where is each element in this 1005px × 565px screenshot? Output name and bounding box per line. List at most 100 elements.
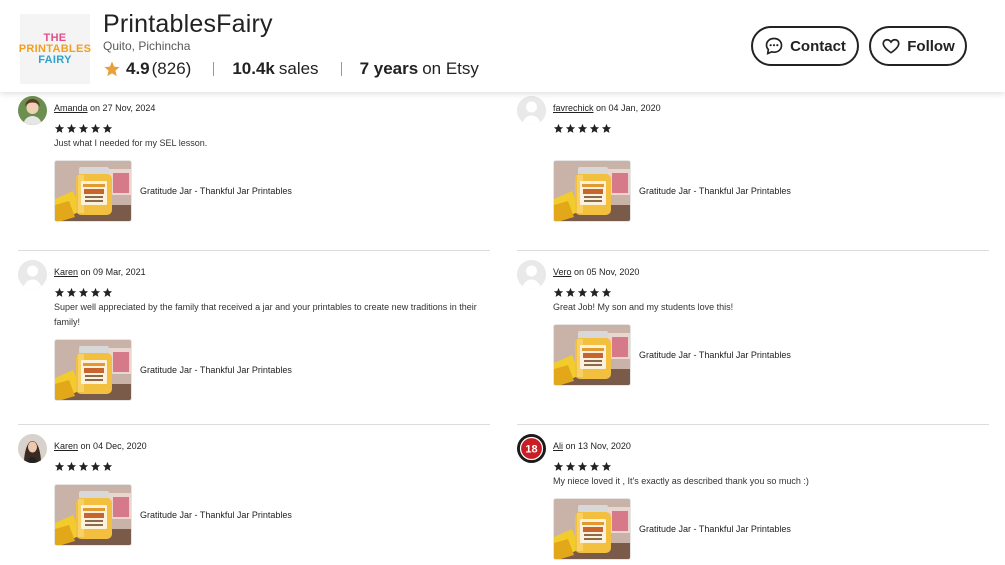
star-icon [601, 287, 612, 297]
star-icon [54, 123, 65, 133]
star-icon [78, 287, 89, 297]
review-text: Great Job! My son and my students love t… [553, 302, 734, 312]
review-card: 18 Ali on 13 Nov, 2020 My niece loved it… [517, 434, 987, 562]
reviewer-name[interactable]: Amanda [54, 103, 88, 113]
reviewer-avatar[interactable]: 18 [517, 434, 546, 463]
star-icon [565, 287, 576, 297]
follow-label: Follow [907, 37, 955, 55]
review-card: Vero on 05 Nov, 2020 Great Job! My son a… [517, 260, 987, 410]
reviewer-line: favrechick on 04 Jan, 2020 [553, 103, 661, 113]
product-link[interactable]: Gratitude Jar - Thankful Jar Printables [553, 324, 791, 386]
review-card: Karen on 09 Mar, 2021 Super well appreci… [18, 260, 488, 410]
review-date: on 09 Mar, 2021 [80, 267, 146, 277]
review-divider [18, 250, 490, 251]
star-icon [565, 123, 576, 133]
reviewer-name[interactable]: Karen [54, 267, 78, 277]
default-user-icon [517, 96, 546, 125]
star-icon [102, 461, 113, 471]
review-divider [517, 424, 989, 425]
review-date: on 05 Nov, 2020 [574, 267, 640, 277]
star-icon [553, 287, 564, 297]
user-photo-icon [18, 434, 47, 463]
review-card: Karen on 04 Dec, 2020 Gratitude Jar - Th… [18, 434, 488, 562]
review-date: on 04 Jan, 2020 [596, 103, 661, 113]
shop-stats: 4.9 (826) 10.4k sales 7 years on Etsy [103, 58, 479, 80]
star-icon [589, 123, 600, 133]
stat-divider [213, 62, 215, 76]
reviewer-line: Karen on 04 Dec, 2020 [54, 441, 147, 451]
star-icon [66, 461, 77, 471]
product-thumbnail [553, 160, 631, 222]
reviewer-line: Ali on 13 Nov, 2020 [553, 441, 631, 451]
reviewer-line: Amanda on 27 Nov, 2024 [54, 103, 155, 113]
heart-icon [882, 38, 900, 54]
reviewer-name[interactable]: Ali [553, 441, 563, 451]
star-icon [553, 123, 564, 133]
star-icon [104, 61, 120, 77]
contact-button[interactable]: Contact [751, 26, 859, 66]
jar-image [554, 161, 630, 221]
product-link[interactable]: Gratitude Jar - Thankful Jar Printables [54, 339, 292, 401]
rating-count[interactable]: (826) [152, 59, 192, 79]
star-rating [553, 461, 613, 472]
shop-name[interactable]: PrintablesFairy [103, 10, 273, 39]
star-icon [601, 461, 612, 471]
reviewer-line: Vero on 05 Nov, 2020 [553, 267, 639, 277]
reviewer-avatar[interactable] [517, 260, 546, 289]
review-date: on 04 Dec, 2020 [80, 441, 147, 451]
product-title: Gratitude Jar - Thankful Jar Printables [140, 186, 292, 196]
star-rating [553, 123, 613, 134]
avatar-badge-text: 18 [525, 444, 537, 456]
years-label: on Etsy [422, 59, 479, 78]
product-link[interactable]: Gratitude Jar - Thankful Jar Printables [553, 498, 791, 560]
stat-divider [340, 62, 342, 76]
review-card: favrechick on 04 Jan, 2020 Gratitude Jar… [517, 96, 987, 236]
star-icon [601, 123, 612, 133]
years-value: 7 years [359, 59, 419, 78]
product-link[interactable]: Gratitude Jar - Thankful Jar Printables [54, 484, 292, 546]
review-divider [18, 424, 490, 425]
reviewer-name[interactable]: Karen [54, 441, 78, 451]
star-rating [54, 287, 114, 298]
default-user-icon [18, 260, 47, 289]
jar-image [554, 325, 630, 385]
star-icon [577, 461, 588, 471]
star-icon [102, 287, 113, 297]
follow-button[interactable]: Follow [869, 26, 967, 66]
shop-logo[interactable]: THE PRINTABLES FAIRY [18, 14, 92, 84]
reviewer-line: Karen on 09 Mar, 2021 [54, 267, 146, 277]
review-text: Super well appreciated by the family tha… [54, 302, 477, 327]
review-divider [517, 250, 989, 251]
star-rating [54, 461, 114, 472]
star-icon [565, 461, 576, 471]
star-icon [90, 461, 101, 471]
star-icon [66, 287, 77, 297]
logo-line-2: PRINTABLES [18, 42, 92, 55]
reviewer-avatar[interactable] [18, 96, 47, 125]
jar-image [554, 499, 630, 559]
product-thumbnail [553, 498, 631, 560]
jar-image [55, 485, 131, 545]
reviewer-avatar[interactable] [18, 260, 47, 289]
star-icon [78, 461, 89, 471]
reviewer-avatar[interactable] [18, 434, 47, 463]
review-date: on 27 Nov, 2024 [90, 103, 156, 113]
badge-18-icon: 18 [517, 434, 546, 463]
star-icon [553, 461, 564, 471]
product-title: Gratitude Jar - Thankful Jar Printables [639, 524, 791, 534]
star-icon [577, 123, 588, 133]
rating-value: 4.9 [126, 59, 150, 78]
product-thumbnail [553, 324, 631, 386]
product-link[interactable]: Gratitude Jar - Thankful Jar Printables [54, 160, 292, 222]
star-icon [589, 461, 600, 471]
product-link[interactable]: Gratitude Jar - Thankful Jar Printables [553, 160, 791, 222]
reviewer-name[interactable]: favrechick [553, 103, 594, 113]
sales-label: sales [278, 59, 319, 78]
user-photo-icon [18, 96, 47, 125]
star-icon [577, 287, 588, 297]
shop-header: THE PRINTABLES FAIRY PrintablesFairy Qui… [0, 0, 1005, 92]
star-icon [90, 123, 101, 133]
jar-image [55, 340, 131, 400]
reviewer-name[interactable]: Vero [553, 267, 572, 277]
reviewer-avatar[interactable] [517, 96, 546, 125]
